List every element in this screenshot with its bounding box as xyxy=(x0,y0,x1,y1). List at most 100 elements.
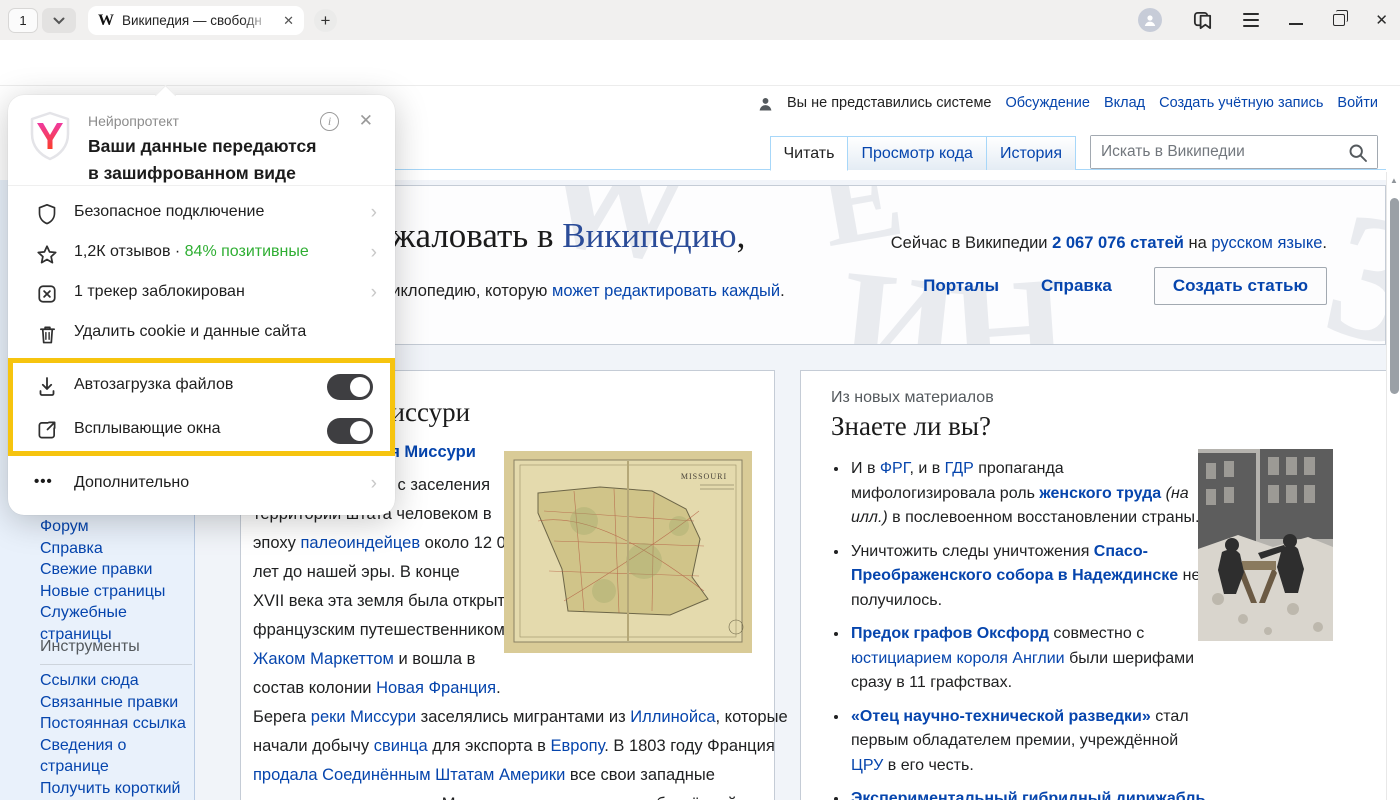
tab-read[interactable]: Читать xyxy=(770,136,849,171)
page-scrollbar[interactable]: ▲ xyxy=(1386,172,1400,800)
scroll-up-arrow[interactable]: ▲ xyxy=(1390,176,1398,185)
menu-item-trackers[interactable]: 1 трекер заблокирован › xyxy=(8,274,395,314)
menu-item-label: 1 трекер заблокирован xyxy=(74,283,245,301)
browser-toolbar: Я https://ru.wikipedia.org/wiki/Заглавна… xyxy=(0,40,1400,86)
sidebar-link[interactable]: Свежие правки xyxy=(40,559,192,581)
tab-close-icon[interactable]: ✕ xyxy=(283,13,294,29)
dyk-item: «Отец научно-технической разведки» стал … xyxy=(849,705,1211,779)
side-panel-icon[interactable] xyxy=(1192,10,1213,31)
info-icon[interactable]: i xyxy=(320,112,339,131)
popup-app-name: Нейропротект xyxy=(88,113,179,129)
positive-percent: 84% позитивные xyxy=(185,243,309,260)
menu-item-clear-cookies[interactable]: Удалить cookie и данные сайта xyxy=(8,314,395,354)
tab-view-source[interactable]: Просмотр кода xyxy=(847,136,986,170)
article-line: состав колонии Новая Франция. xyxy=(253,674,768,703)
wikipedia-link[interactable]: Википедию xyxy=(562,216,736,255)
svg-text:MISSOURI: MISSOURI xyxy=(681,472,727,481)
tab-counter-button[interactable]: 1 xyxy=(8,8,38,33)
article-line: владения, и территория Миссури стала час… xyxy=(253,790,768,800)
person-icon xyxy=(1143,13,1157,27)
sidebar-nav: ФорумСправкаСвежие правкиНовые страницыС… xyxy=(40,516,192,645)
dyk-item: Экспериментальный гибридный дирижабль (н… xyxy=(849,787,1211,800)
scrollbar-thumb[interactable] xyxy=(1390,198,1399,394)
sidebar-tool-link[interactable]: Сведения о странице xyxy=(40,735,192,778)
link-login[interactable]: Войти xyxy=(1337,95,1378,111)
article-line: Берега реки Миссури заселялись мигрантам… xyxy=(253,703,768,732)
sidebar-tool-link[interactable]: Постоянная ссылка xyxy=(40,713,192,735)
popup-header: Нейропротект Ваши данные передаютсяв заш… xyxy=(8,95,395,185)
article-line: продала Соединённым Штатам Америки все с… xyxy=(253,761,768,790)
search-icon[interactable] xyxy=(1348,143,1368,163)
setting-popups: Всплывающие окна xyxy=(13,408,390,452)
did-you-know-box: Из новых материалов Знаете ли вы? И в ФР… xyxy=(800,370,1390,800)
chevron-right-icon: › xyxy=(371,202,377,224)
chevron-right-icon: › xyxy=(371,282,377,304)
profile-avatar[interactable] xyxy=(1138,8,1162,32)
divider xyxy=(8,185,395,186)
tracker-blocked-icon xyxy=(37,284,57,304)
new-tab-button[interactable]: + xyxy=(314,9,337,32)
menu-item-label: Удалить cookie и данные сайта xyxy=(74,323,306,341)
shield-icon xyxy=(37,203,57,225)
window-titlebar: 1 W Википедия — свободн ✕ + ✕ xyxy=(0,0,1400,40)
popup-close-icon[interactable]: ✕ xyxy=(359,111,373,131)
article-line: начали добычу свинца для экспорта в Евро… xyxy=(253,732,768,761)
help-link[interactable]: Справка xyxy=(1041,276,1112,296)
chevron-down-icon xyxy=(53,17,65,25)
welcome-banner: WЕИНЗ Добро пожаловать в Википедию, — св… xyxy=(240,185,1386,345)
link-contributions[interactable]: Вклад xyxy=(1104,95,1145,111)
menu-item-reviews[interactable]: 1,2К отзывов · 84% позитивные › xyxy=(8,234,395,274)
menu-item-secure-connection[interactable]: Безопасное подключение › xyxy=(8,194,395,234)
wiki-search-input[interactable] xyxy=(1091,136,1377,168)
sidebar-link[interactable]: Новые страницы xyxy=(40,581,192,603)
personal-tools: Вы не представились системе Обсуждение В… xyxy=(758,95,1378,111)
neuroprotect-shield-icon xyxy=(28,111,72,161)
popups-toggle[interactable] xyxy=(327,418,373,444)
menu-icon[interactable] xyxy=(1243,13,1259,27)
auto-download-toggle[interactable] xyxy=(327,374,373,400)
minimize-button[interactable] xyxy=(1289,23,1303,25)
create-article-button[interactable]: Создать статью xyxy=(1154,267,1327,305)
close-window-button[interactable]: ✕ xyxy=(1375,11,1388,29)
menu-item-label: Безопасное подключение xyxy=(74,203,264,221)
setting-label: Автозагрузка файлов xyxy=(74,376,233,394)
sidebar-tool-link[interactable]: Получить короткий URL xyxy=(40,778,192,800)
link-discussion[interactable]: Обсуждение xyxy=(1005,95,1089,111)
setting-label: Всплывающие окна xyxy=(74,420,220,438)
article-count-line: Сейчас в Википедии 2 067 076 статей на р… xyxy=(891,234,1327,253)
tab-title: Википедия — свободн xyxy=(122,13,275,28)
sidebar-tool-link[interactable]: Ссылки сюда xyxy=(40,670,192,692)
russian-language-link[interactable]: русском языке xyxy=(1211,234,1322,252)
popup-window-icon xyxy=(37,420,57,440)
star-icon xyxy=(36,244,58,265)
setting-auto-download: Автозагрузка файлов xyxy=(13,364,390,408)
tab-list-dropdown-button[interactable] xyxy=(42,8,76,33)
download-icon xyxy=(37,376,57,397)
wiki-search-box[interactable] xyxy=(1090,135,1378,169)
sidebar-tools-nav: Ссылки сюдаСвязанные правкиПостоянная сс… xyxy=(40,670,192,800)
sidebar-tool-link[interactable]: Связанные правки xyxy=(40,692,192,714)
dyk-item: И в ФРГ, и в ГДР пропаганда мифологизиро… xyxy=(849,457,1211,531)
tab-history[interactable]: История xyxy=(986,136,1076,170)
chevron-right-icon: › xyxy=(371,242,377,264)
dyk-list: И в ФРГ, и в ГДР пропаганда мифологизиро… xyxy=(849,457,1211,800)
missouri-map-image[interactable]: MISSOURI xyxy=(504,451,752,653)
chevron-right-icon: › xyxy=(371,473,377,495)
highlight-frame: Автозагрузка файлов Всплывающие окна xyxy=(8,358,395,456)
edit-anyone-link[interactable]: может редактировать каждый xyxy=(552,282,780,300)
portals-link[interactable]: Порталы xyxy=(923,276,999,296)
sidebar-link[interactable]: Справка xyxy=(40,538,192,560)
sidebar-tools-header: Инструменты xyxy=(40,638,192,665)
menu-item-more[interactable]: ••• Дополнительно › xyxy=(8,465,395,505)
rubble-women-photo[interactable] xyxy=(1198,449,1333,641)
browser-tab-wikipedia[interactable]: W Википедия — свободн ✕ xyxy=(88,6,304,35)
link-create-account[interactable]: Создать учётную запись xyxy=(1159,95,1323,111)
user-status: Вы не представились системе xyxy=(787,95,992,111)
dyk-title: Знаете ли вы? xyxy=(831,411,991,442)
article-count[interactable]: 2 067 076 статей xyxy=(1052,234,1184,252)
user-icon xyxy=(758,96,773,111)
restore-window-button[interactable] xyxy=(1333,14,1345,26)
menu-item-label: Дополнительно xyxy=(74,474,189,492)
ellipsis-icon: ••• xyxy=(34,473,53,490)
sidebar-link[interactable]: Форум xyxy=(40,516,192,538)
